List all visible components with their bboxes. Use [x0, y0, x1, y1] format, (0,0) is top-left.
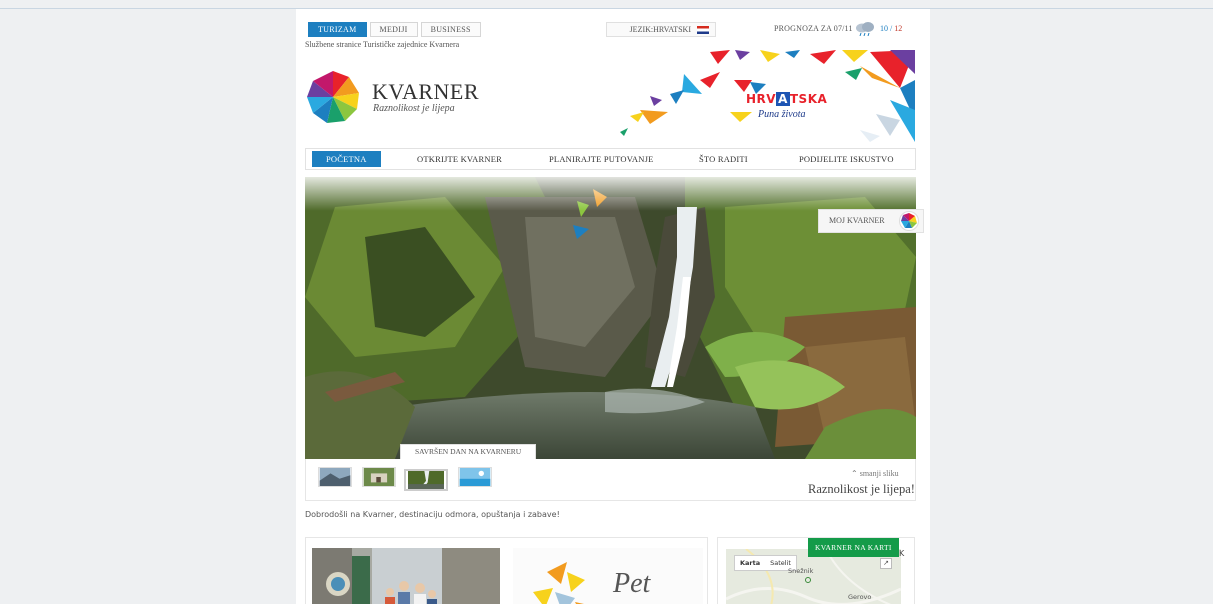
language-selector[interactable]: JEZIK:HRVATSKI: [606, 22, 716, 37]
kvarner-na-karti-button[interactable]: KVARNER NA KARTI: [808, 538, 899, 557]
nav-sto-raditi[interactable]: ŠTO RADITI: [699, 154, 748, 164]
kvarner-mini-logo-icon: [899, 211, 919, 231]
nav-pocetna[interactable]: POČETNA: [312, 151, 381, 167]
thumbnail-3-selected[interactable]: [404, 469, 448, 491]
main-navigation: POČETNA OTKRIJTE KVARNER PLANIRAJTE PUTO…: [305, 148, 916, 170]
kvarner-logo-icon[interactable]: [305, 69, 361, 125]
moj-kvarner-button[interactable]: MOJ KVARNER: [818, 209, 924, 233]
croatia-flag-icon: [697, 26, 709, 34]
hrvatska-logo-prefix: HRV: [746, 92, 777, 106]
brand-name: KVARNER: [372, 79, 480, 104]
map-label-sneznik: Snežnik: [788, 567, 814, 575]
nav-otkrijte-kvarner[interactable]: OTKRIJTE KVARNER: [417, 154, 502, 164]
triangle-decoration-icon: [533, 562, 585, 604]
page-container: TURIZAM MEDIJI BUSINESS Službene stranic…: [296, 9, 930, 604]
hrvatska-slogan: Puna života: [758, 109, 806, 120]
language-label: JEZIK:HRVATSKI: [629, 25, 691, 34]
map-fullscreen-icon[interactable]: ↗: [880, 558, 892, 569]
slide-caption: SAVRŠEN DAN NA KVARNERU: [400, 444, 537, 460]
hero-slogan: Raznolikost je lijepa!: [808, 482, 915, 496]
thumbnail-4[interactable]: [458, 467, 492, 487]
brand-slogan: Raznolikost je lijepa: [373, 103, 455, 114]
moj-kvarner-label: MOJ KVARNER: [829, 216, 885, 225]
tab-mediji[interactable]: MEDIJI: [369, 22, 418, 37]
map-label-gerovo: Gerovo: [848, 593, 872, 601]
hrvatska-logo-a: A: [776, 92, 790, 106]
site-tagline: Službene stranice Turističke zajednice K…: [305, 40, 460, 49]
hrvatska-logo-suffix: TSKA: [789, 92, 828, 106]
pet-promo-card[interactable]: Pet: [513, 548, 703, 604]
temperature-readout: 10 / 12: [880, 24, 902, 33]
map-corner-label: K: [899, 549, 905, 558]
tab-business[interactable]: BUSINESS: [420, 22, 481, 37]
rain-cloud-icon: [856, 22, 874, 36]
nav-planirajte-putovanje[interactable]: PLANIRAJTE PUTOVANJE: [549, 154, 654, 164]
shrink-image-label: smanji sliku: [859, 469, 899, 478]
promo-photo[interactable]: [312, 548, 500, 604]
site-section-tabs: TURIZAM MEDIJI BUSINESS: [308, 22, 481, 37]
thumbnail-1[interactable]: [318, 467, 352, 487]
map-type-karta[interactable]: Karta: [735, 556, 765, 570]
shrink-image-link[interactable]: ⌃ smanji sliku: [851, 469, 899, 478]
promo-panel: Pet: [305, 537, 708, 604]
welcome-text: Dobrodošli na Kvarner, destinaciju odmor…: [305, 510, 560, 519]
thumbnail-2[interactable]: [362, 467, 396, 487]
temperature-low: 10: [880, 24, 888, 33]
hrvatska-logo: HRV A TSKA: [746, 92, 827, 106]
forecast-label: PROGNOZA ZA 07/11: [774, 24, 853, 33]
temperature-high: 12: [894, 24, 903, 33]
pet-promo-title: Pet: [613, 568, 651, 599]
nav-podijelite-iskustvo[interactable]: PODIJELITE ISKUSTVO: [799, 154, 894, 164]
chevron-up-icon: ⌃: [851, 469, 860, 478]
tab-turizam[interactable]: TURIZAM: [308, 22, 367, 37]
